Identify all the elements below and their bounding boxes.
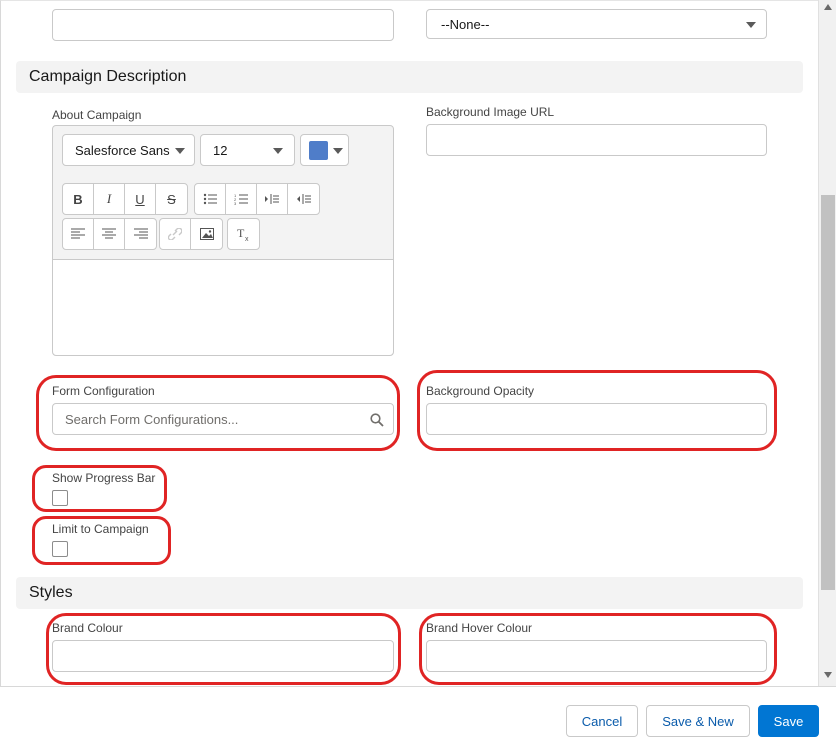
numbered-list-button[interactable]: 123 (226, 184, 257, 214)
background-opacity-label: Background Opacity (426, 384, 535, 398)
form-scroll-area[interactable]: --None-- Campaign Description About Camp… (0, 0, 818, 686)
italic-button[interactable]: I (94, 184, 125, 214)
show-progress-bar-label: Show Progress Bar (52, 471, 156, 485)
section-title: Styles (29, 584, 73, 601)
strikethrough-button[interactable]: S (156, 184, 187, 214)
outdent-icon (296, 194, 311, 204)
background-image-url-input[interactable] (426, 124, 767, 156)
bulleted-list-icon (203, 193, 217, 205)
form-configuration-placeholder: Search Form Configurations... (65, 412, 239, 427)
align-right-icon (133, 228, 148, 239)
align-left-icon (71, 228, 85, 239)
form-configuration-lookup[interactable]: Search Form Configurations... (52, 403, 394, 435)
type-select-value: --None-- (441, 17, 490, 32)
form-configuration-label: Form Configuration (52, 384, 155, 398)
text-color-picker[interactable] (300, 134, 349, 166)
clear-formatting-button[interactable]: Tx (228, 219, 259, 249)
color-swatch (309, 141, 328, 160)
chevron-down-icon (746, 22, 756, 28)
link-icon (168, 228, 182, 240)
section-header-campaign-description[interactable]: Campaign Description (16, 61, 803, 93)
outdent-button[interactable] (288, 184, 319, 214)
top-left-input[interactable] (52, 9, 394, 41)
vertical-scrollbar[interactable] (818, 0, 836, 686)
bold-button[interactable]: B (63, 184, 94, 214)
list-button-group: 123 (194, 183, 320, 215)
type-select[interactable]: --None-- (426, 9, 767, 39)
section-title: Campaign Description (29, 68, 187, 85)
format-button-group: B I U S (62, 183, 188, 215)
align-left-button[interactable] (63, 219, 94, 249)
svg-text:x: x (245, 236, 249, 241)
brand-colour-label: Brand Colour (52, 621, 123, 635)
cancel-button[interactable]: Cancel (566, 705, 638, 737)
font-family-select[interactable]: Salesforce Sans (62, 134, 195, 166)
svg-text:3: 3 (234, 201, 237, 205)
save-button[interactable]: Save (758, 705, 819, 737)
font-family-value: Salesforce Sans (75, 143, 170, 158)
clear-format-group: Tx (227, 218, 260, 250)
chevron-down-icon (175, 148, 185, 154)
indent-icon (265, 194, 279, 204)
editor-content-area[interactable] (53, 259, 393, 355)
section-header-styles[interactable]: Styles (16, 577, 803, 609)
underline-button[interactable]: U (125, 184, 156, 214)
align-button-group (62, 218, 157, 250)
chevron-down-icon (333, 148, 343, 154)
search-icon (370, 413, 384, 427)
limit-to-campaign-checkbox[interactable] (52, 541, 68, 557)
scroll-down-icon[interactable] (824, 672, 832, 678)
show-progress-bar-checkbox[interactable] (52, 490, 68, 506)
clear-formatting-icon: Tx (237, 227, 249, 241)
bulleted-list-button[interactable] (195, 184, 226, 214)
insert-button-group (159, 218, 223, 250)
font-size-select[interactable]: 12 (200, 134, 295, 166)
numbered-list-icon: 123 (234, 193, 248, 205)
background-image-url-label: Background Image URL (426, 105, 555, 119)
image-icon (199, 228, 214, 240)
align-center-button[interactable] (94, 219, 125, 249)
about-campaign-label: About Campaign (52, 108, 142, 122)
background-opacity-input[interactable] (426, 403, 767, 435)
modal-footer: Cancel Save & New Save (0, 686, 836, 751)
link-button[interactable] (160, 219, 191, 249)
scrollbar-thumb[interactable] (821, 195, 835, 590)
indent-button[interactable] (257, 184, 288, 214)
scroll-up-icon[interactable] (824, 4, 832, 10)
align-right-button[interactable] (125, 219, 156, 249)
chevron-down-icon (273, 148, 283, 154)
align-center-icon (102, 228, 116, 239)
font-size-value: 12 (213, 143, 228, 158)
save-and-new-button[interactable]: Save & New (646, 705, 750, 737)
brand-colour-input[interactable] (52, 640, 394, 672)
svg-text:T: T (237, 227, 245, 240)
rich-text-editor: Salesforce Sans 12 B I U S 123 T x (52, 125, 394, 356)
brand-hover-colour-label: Brand Hover Colour (426, 621, 533, 635)
brand-hover-colour-input[interactable] (426, 640, 767, 672)
limit-to-campaign-label: Limit to Campaign (52, 522, 149, 536)
image-button[interactable] (191, 219, 222, 249)
